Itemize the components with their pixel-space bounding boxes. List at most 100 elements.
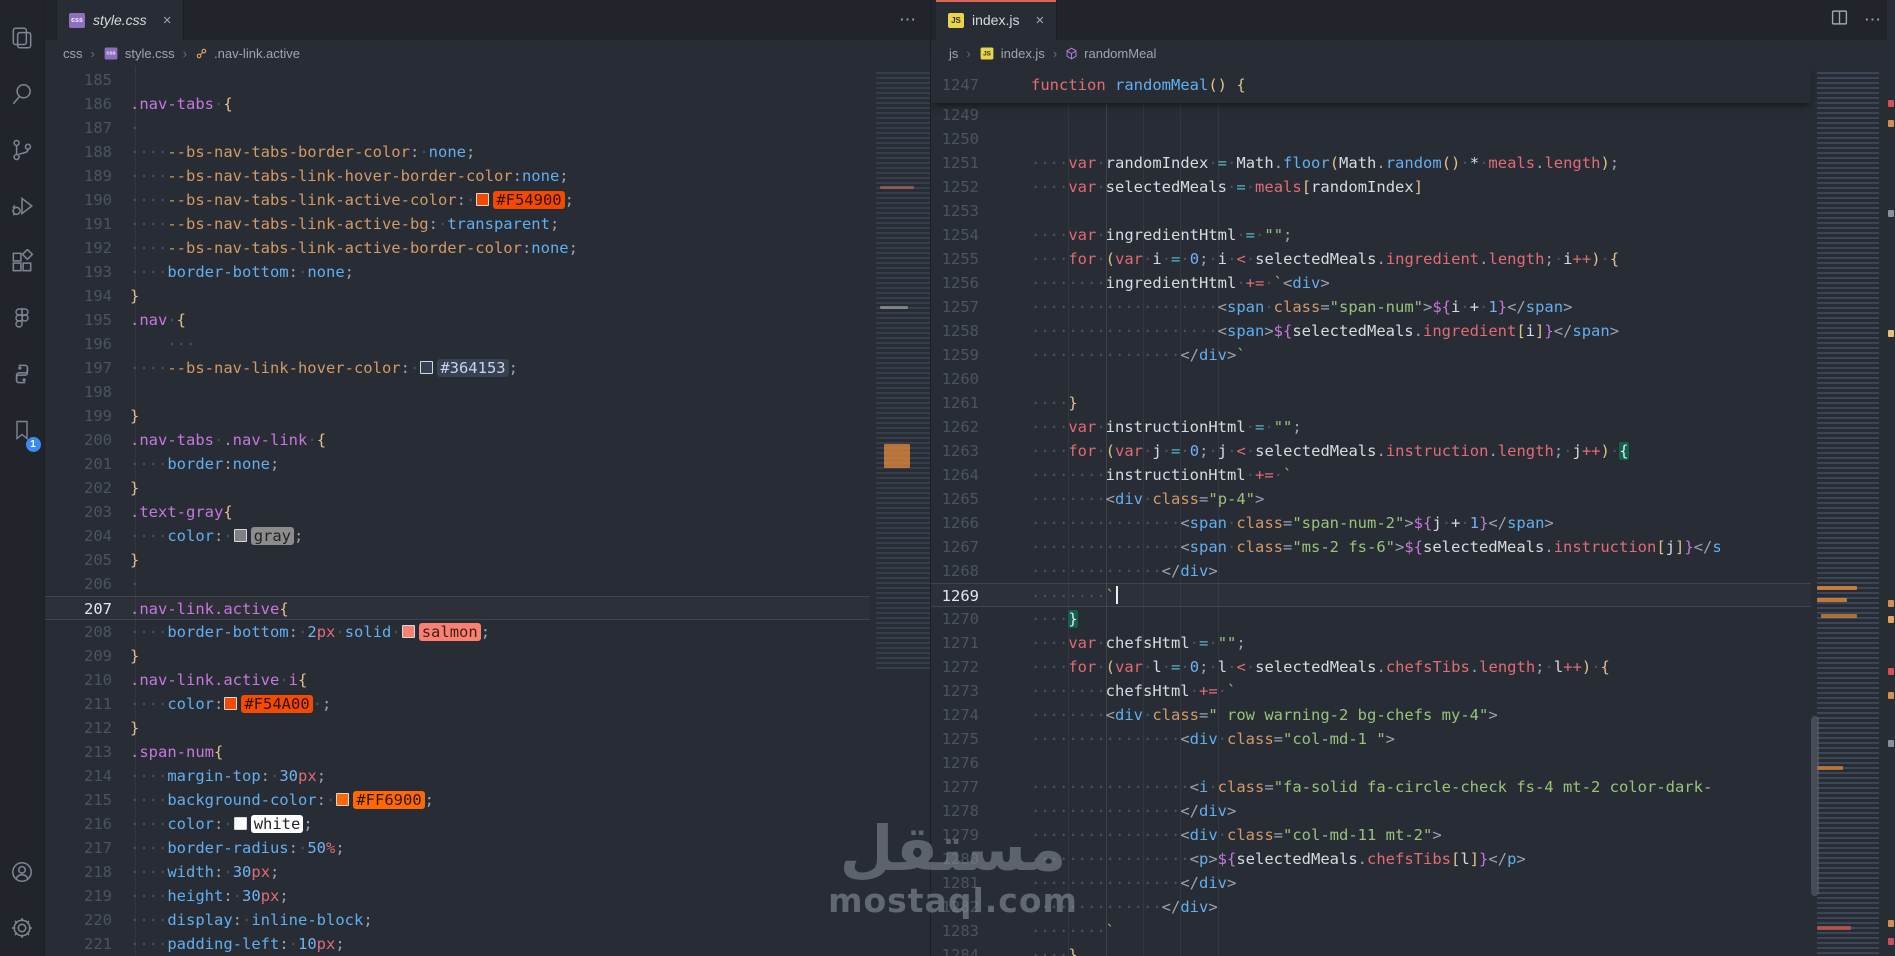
code-line-193[interactable]: 193 ····border-bottom:·none; — [45, 260, 930, 284]
code-line-1275[interactable]: 1275 ················<div·class="col-md-1… — [931, 727, 1811, 751]
code-line-214[interactable]: 214 ····margin-top:·30px; — [45, 764, 930, 788]
sticky-scroll-line[interactable]: 1247 function randomMeal() { — [931, 66, 1811, 103]
code-line-1268[interactable]: 1268 ··············</div> — [931, 559, 1811, 583]
code-line-200[interactable]: 200 .nav-tabs·.nav-link·{ — [45, 428, 930, 452]
code-line-211[interactable]: 211 ····color: #F54A00 ·; — [45, 692, 930, 716]
code-line-1277[interactable]: 1277 ·················<i·class="fa-solid … — [931, 775, 1811, 799]
code-line-1264[interactable]: 1264 ········instructionHtml·+=·` — [931, 463, 1811, 487]
code-line-1278[interactable]: 1278 ················</div> — [931, 799, 1811, 823]
code-line-1257[interactable]: 1257 ····················<span·class="spa… — [931, 295, 1811, 319]
code-line-195[interactable]: 195 .nav·{ — [45, 308, 930, 332]
code-line-196[interactable]: 196 ··· — [45, 332, 930, 356]
breadcrumb-symbol[interactable]: randomMeal — [1084, 46, 1156, 61]
code-line-217[interactable]: 217 ····border-radius:·50%; — [45, 836, 930, 860]
code-line-1279[interactable]: 1279 ················<div·class="col-md-1… — [931, 823, 1811, 847]
code-line-207[interactable]: 207 .nav-link.active{ — [45, 596, 930, 620]
minimap[interactable] — [870, 66, 930, 956]
code-line-1253[interactable]: 1253 — [931, 199, 1811, 223]
code-line-186[interactable]: 186 .nav-tabs·{ — [45, 92, 930, 116]
source-control-icon[interactable] — [0, 122, 45, 178]
code-line-1250[interactable]: 1250 — [931, 127, 1811, 151]
code-line-1259[interactable]: 1259 ················</div>` — [931, 343, 1811, 367]
code-line-1263[interactable]: 1263 ····for·(var·j·=·0;·j·<·selectedMeal… — [931, 439, 1811, 463]
code-line-1280[interactable]: 1280 ·················<p>${selectedMeals.… — [931, 847, 1811, 871]
code-line-1265[interactable]: 1265 ········<div·class="p-4"> — [931, 487, 1811, 511]
code-line-1270[interactable]: 1270 ····} — [931, 607, 1811, 631]
code-line-1261[interactable]: 1261 ····} — [931, 391, 1811, 415]
tab-style-css[interactable]: css style.css × — [57, 0, 185, 40]
code-line-219[interactable]: 219 ····height:·30px; — [45, 884, 930, 908]
tab-index-js[interactable]: JS index.js × — [936, 0, 1058, 40]
code-line-1273[interactable]: 1273 ········chefsHtml·+=·` — [931, 679, 1811, 703]
code-line-1281[interactable]: 1281 ················</div> — [931, 871, 1811, 895]
breadcrumb-file[interactable]: style.css — [125, 46, 175, 61]
color-swatch[interactable] — [224, 697, 238, 710]
code-line-1262[interactable]: 1262 ····var·instructionHtml·=·""; — [931, 415, 1811, 439]
python-icon[interactable] — [0, 346, 45, 402]
close-icon[interactable]: × — [1035, 12, 1044, 29]
code-line-204[interactable]: 204 ····color:· gray; — [45, 524, 930, 548]
settings-gear-icon[interactable] — [0, 900, 45, 956]
code-line-203[interactable]: 203 .text-gray{ — [45, 500, 930, 524]
color-swatch[interactable] — [336, 793, 350, 806]
code-line-1282[interactable]: 1282 ··············</div> — [931, 895, 1811, 919]
close-icon[interactable]: × — [163, 12, 172, 29]
code-line-1283[interactable]: 1283 ········` — [931, 919, 1811, 943]
code-line-198[interactable]: 198 — [45, 380, 930, 404]
breadcrumb-file[interactable]: index.js — [1001, 46, 1045, 61]
code-line-1258[interactable]: 1258 ····················<span>${selected… — [931, 319, 1811, 343]
code-editor-css[interactable]: 185 186 .nav-tabs·{187 · 188 ····--bs-nav-tab… — [45, 66, 930, 956]
code-line-202[interactable]: 202} — [45, 476, 930, 500]
code-line-1256[interactable]: 1256 ········ingredientHtml·+=·`<div> — [931, 271, 1811, 295]
minimap[interactable] — [1811, 66, 1887, 956]
code-line-206[interactable]: 206 · — [45, 572, 930, 596]
code-line-197[interactable]: 197 ····--bs-nav-link-hover-color:· #36415… — [45, 356, 930, 380]
code-line-1271[interactable]: 1271 ····var·chefsHtml·=·""; — [931, 631, 1811, 655]
code-line-218[interactable]: 218 ····width:·30px; — [45, 860, 930, 884]
breadcrumb-symbol[interactable]: .nav-link.active — [214, 46, 300, 61]
color-swatch[interactable] — [476, 193, 490, 206]
code-line-221[interactable]: 221 ····padding-left:·10px; — [45, 932, 930, 956]
code-line-188[interactable]: 188 ····--bs-nav-tabs-border-color:·none; — [45, 140, 930, 164]
code-line-208[interactable]: 208 ····border-bottom:·2px·solid· salmon; — [45, 620, 930, 644]
code-line-1260[interactable]: 1260 — [931, 367, 1811, 391]
code-line-187[interactable]: 187 · — [45, 116, 930, 140]
search-icon[interactable] — [0, 66, 45, 122]
explorer-icon[interactable] — [0, 10, 45, 66]
breadcrumb-folder[interactable]: js — [949, 46, 958, 61]
code-line-212[interactable]: 212} — [45, 716, 930, 740]
code-line-189[interactable]: 189 ····--bs-nav-tabs-link-hover-border-c… — [45, 164, 930, 188]
extensions-icon[interactable] — [0, 234, 45, 290]
code-line-213[interactable]: 213 .span-num{ — [45, 740, 930, 764]
code-line-190[interactable]: 190 ····--bs-nav-tabs-link-active-color:·… — [45, 188, 930, 212]
breadcrumb-folder[interactable]: css — [63, 46, 83, 61]
code-line-1267[interactable]: 1267 ················<span·class="ms-2 fs… — [931, 535, 1811, 559]
code-line-194[interactable]: 194} — [45, 284, 930, 308]
code-line-1274[interactable]: 1274 ········<div·class=" row warning-2 b… — [931, 703, 1811, 727]
code-line-1276[interactable]: 1276 — [931, 751, 1811, 775]
code-line-209[interactable]: 209} — [45, 644, 930, 668]
code-line-192[interactable]: 192 ····--bs-nav-tabs-link-active-border-… — [45, 236, 930, 260]
account-icon[interactable] — [0, 844, 45, 900]
bookmarks-icon[interactable]: 1 — [0, 402, 45, 458]
code-line-191[interactable]: 191 ····--bs-nav-tabs-link-active-bg:·tra… — [45, 212, 930, 236]
split-editor-icon[interactable] — [1831, 9, 1848, 31]
code-line-185[interactable]: 185 — [45, 68, 930, 92]
code-line-201[interactable]: 201 ····border:none; — [45, 452, 930, 476]
code-line-215[interactable]: 215 ····background-color:· #FF6900; — [45, 788, 930, 812]
color-swatch[interactable] — [233, 817, 247, 830]
color-swatch[interactable] — [401, 625, 415, 638]
code-line-1269[interactable]: 1269 ········` — [931, 583, 1811, 607]
color-swatch[interactable] — [420, 361, 434, 374]
code-line-1254[interactable]: 1254 ····var·ingredientHtml·=·""; — [931, 223, 1811, 247]
code-line-220[interactable]: 220 ····display:·inline-block; — [45, 908, 930, 932]
more-actions-icon[interactable]: ⋯ — [1864, 10, 1881, 30]
code-line-1272[interactable]: 1272 ····for·(var·l·=·0;·l·<·selectedMeal… — [931, 655, 1811, 679]
code-editor-js[interactable]: 1249 1250 1251 ····var·randomIndex·=·Math.f… — [931, 103, 1811, 956]
code-line-1255[interactable]: 1255 ····for·(var·i·=·0;·i·<·selectedMeal… — [931, 247, 1811, 271]
run-debug-icon[interactable] — [0, 178, 45, 234]
code-line-205[interactable]: 205} — [45, 548, 930, 572]
code-line-199[interactable]: 199} — [45, 404, 930, 428]
color-swatch[interactable] — [233, 529, 247, 542]
code-line-1249[interactable]: 1249 — [931, 103, 1811, 127]
